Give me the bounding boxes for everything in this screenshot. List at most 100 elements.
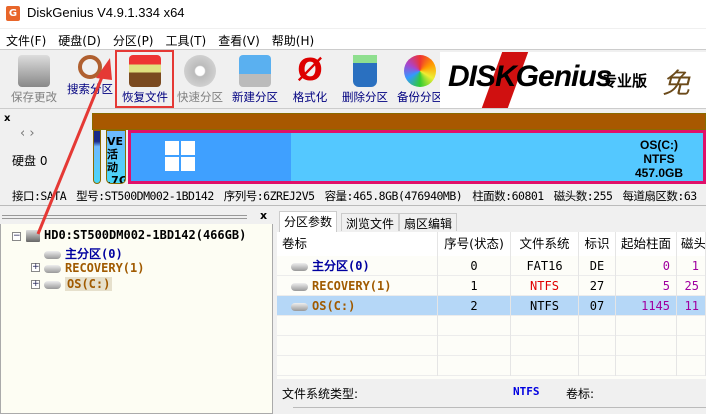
partition-table: 卷标 序号(状态) 文件系统 标识 起始柱面 磁头 主分区(0) 0 FAT16 DE… xyxy=(277,232,706,379)
partition-block-0[interactable] xyxy=(93,130,101,184)
disk-info-line: 接口:SATA 型号:ST500DM002-1BD142 序列号:6ZREJ2V5 容… xyxy=(0,188,706,206)
start-cylinder-cell: 5 xyxy=(616,276,677,296)
expand-icon[interactable]: + xyxy=(31,280,40,289)
id-cell xyxy=(579,336,616,356)
disk-icon xyxy=(26,229,40,242)
head-cell: 11 xyxy=(677,296,706,316)
sectors-info: 每道扇区数:63 xyxy=(622,189,697,203)
partition-label: 活动 xyxy=(107,148,118,174)
quick-partition-button[interactable]: 快速分区 xyxy=(172,52,228,108)
diskgenius-logo-icon: G xyxy=(6,6,20,21)
id-cell: DE xyxy=(579,256,616,276)
head-cell: 25 xyxy=(677,276,706,296)
format-button[interactable]: Ø 格式化 xyxy=(282,52,338,108)
tree-partition-recovery[interactable]: RECOVERY(1) xyxy=(44,261,144,275)
partition-block-os[interactable]: OS(C:) NTFS 457.0GB xyxy=(128,130,706,184)
tab-partition-params[interactable]: 分区参数 xyxy=(279,211,338,232)
column-header[interactable]: 文件系统 xyxy=(511,232,579,256)
filesystem-cell xyxy=(511,356,579,376)
search-icon xyxy=(78,55,102,79)
new-partition-button[interactable]: 新建分区 xyxy=(227,52,283,108)
interface-info: 接口:SATA xyxy=(12,189,67,203)
column-header[interactable]: 序号(状态) xyxy=(438,232,511,256)
fs-type-label: 文件系统类型: xyxy=(282,387,359,401)
partition-label: .7G xyxy=(107,174,126,184)
menu-disk[interactable]: 硬盘(D) xyxy=(52,29,107,49)
tab-sector-edit[interactable]: 扇区编辑 xyxy=(399,213,458,231)
disk-bar xyxy=(92,113,706,130)
volume-label-cell xyxy=(277,336,438,356)
expand-icon[interactable]: + xyxy=(31,263,40,272)
table-header: 卷标 序号(状态) 文件系统 标识 起始柱面 磁头 xyxy=(277,232,706,256)
start-cylinder-cell xyxy=(616,336,677,356)
volume-label-cell: OS(C:) xyxy=(277,296,438,316)
partition-icon xyxy=(44,250,61,259)
index-cell: 0 xyxy=(438,256,511,276)
collapse-icon[interactable]: − xyxy=(12,232,21,241)
filesystem-cell xyxy=(511,336,579,356)
partition-icon xyxy=(291,262,308,271)
filesystem-cell: NTFS xyxy=(511,276,579,296)
menu-file[interactable]: 文件(F) xyxy=(0,29,52,49)
close-icon[interactable]: x xyxy=(260,209,267,222)
filesystem-cell xyxy=(511,316,579,336)
table-row[interactable]: OS(C:) 2 NTFS 07 1145 11 xyxy=(277,296,706,316)
tree-partition-primary[interactable]: 主分区(0) xyxy=(44,245,123,262)
column-header[interactable]: 卷标 xyxy=(277,232,438,256)
partition-block-recovery[interactable]: VE 活动 .7G xyxy=(106,130,126,184)
partition-icon xyxy=(291,302,308,311)
head-cell: 1 xyxy=(677,256,706,276)
start-cylinder-cell xyxy=(616,316,677,336)
tree-label: HD0:ST500DM002-1BD142(466GB) xyxy=(44,228,247,242)
table-row[interactable]: 主分区(0) 0 FAT16 DE 0 1 xyxy=(277,256,706,276)
partition-fs: NTFS xyxy=(643,152,675,166)
id-cell: 27 xyxy=(579,276,616,296)
title-bar: G DiskGenius V4.9.1.334 x64 xyxy=(0,0,706,28)
start-cylinder-cell xyxy=(616,356,677,376)
table-row-empty xyxy=(277,356,706,376)
close-icon[interactable]: x xyxy=(4,113,10,124)
start-cylinder-cell: 0 xyxy=(616,256,677,276)
table-row[interactable]: RECOVERY(1) 1 NTFS 27 5 25 xyxy=(277,276,706,296)
banner-promo: 免费 xyxy=(662,67,691,108)
delete-partition-icon xyxy=(353,55,377,87)
heads-info: 磁头数:255 xyxy=(553,189,613,203)
column-header[interactable]: 标识 xyxy=(579,232,616,256)
filesystem-info: 文件系统类型: NTFS 卷标: xyxy=(277,380,706,414)
disk-nav-arrows-icon[interactable]: ‹ › xyxy=(20,126,35,141)
diskgenius-banner: DISKGenius 专业版 免费 xyxy=(440,52,706,108)
recover-files-highlight-box xyxy=(115,50,174,108)
windows-icon xyxy=(165,141,195,171)
menu-bar: 文件(F) 硬盘(D) 分区(P) 工具(T) 查看(V) 帮助(H) xyxy=(0,29,706,49)
id-cell xyxy=(579,356,616,376)
serial-info: 序列号:6ZREJ2V5 xyxy=(223,189,315,203)
volume-label-cell: 主分区(0) xyxy=(277,256,438,276)
index-cell: 1 xyxy=(438,276,511,296)
id-cell: 07 xyxy=(579,296,616,316)
head-cell xyxy=(677,316,706,336)
tree-disk-hd0[interactable]: HD0:ST500DM002-1BD142(466GB) xyxy=(26,228,246,242)
menu-partition[interactable]: 分区(P) xyxy=(107,29,160,49)
menu-view[interactable]: 查看(V) xyxy=(212,29,266,49)
search-partition-button[interactable]: 搜索分区 xyxy=(62,52,118,108)
save-changes-button[interactable]: 保存更改 xyxy=(6,52,62,108)
delete-partition-button[interactable]: 删除分区 xyxy=(337,52,393,108)
disk-label: 硬盘 0 xyxy=(12,154,48,168)
partition-icon xyxy=(44,280,61,289)
column-header[interactable]: 磁头 xyxy=(677,232,706,256)
column-header[interactable]: 起始柱面 xyxy=(616,232,677,256)
menu-tools[interactable]: 工具(T) xyxy=(160,29,213,49)
filesystem-cell: NTFS xyxy=(511,296,579,316)
row-label: RECOVERY(1) xyxy=(312,279,392,293)
partition-size: 457.0GB xyxy=(634,166,683,180)
save-icon xyxy=(18,55,50,87)
table-row-empty xyxy=(277,316,706,336)
tree-label: 主分区(0) xyxy=(65,247,123,261)
tree-partition-os[interactable]: OS(C:) xyxy=(44,277,113,291)
new-partition-icon xyxy=(239,55,271,87)
partition-icon xyxy=(44,264,61,273)
backup-partition-icon xyxy=(404,55,436,87)
tab-browse-files[interactable]: 浏览文件 xyxy=(341,213,400,231)
volume-label-cell: RECOVERY(1) xyxy=(277,276,438,296)
menu-help[interactable]: 帮助(H) xyxy=(266,29,320,49)
